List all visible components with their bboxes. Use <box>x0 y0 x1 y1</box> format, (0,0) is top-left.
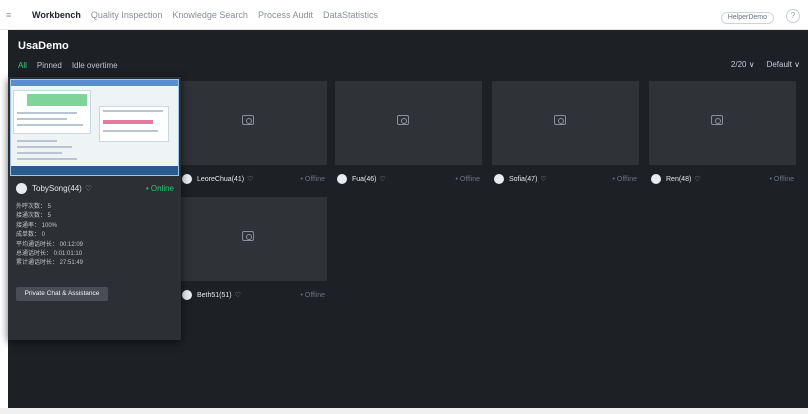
camera-icon <box>554 115 566 125</box>
status-badge: • Offline <box>300 291 325 299</box>
agent-stats: 外呼次数： 5 接通次数： 5 接通率： 100% 成单数： 0 平均通话时长：… <box>16 203 83 269</box>
avatar <box>182 174 192 184</box>
heart-icon[interactable]: ♡ <box>694 176 700 183</box>
agent-name: TobySong(44) ♡ <box>32 183 92 193</box>
camera-icon <box>242 115 254 125</box>
agent-screen-thumbnail[interactable] <box>649 81 796 165</box>
private-chat-button[interactable]: Private Chat & Assistance <box>16 287 108 301</box>
heart-icon[interactable]: ♡ <box>247 176 253 183</box>
agent-name: LeoreChua(41) ♡ <box>197 176 254 183</box>
stat-row: 接通率： 100% <box>16 222 58 229</box>
agent-name: Beth51(51) ♡ <box>197 292 241 299</box>
stat-row: 总通话时长： 0:01:01:10 <box>16 251 83 258</box>
avatar <box>16 182 27 194</box>
filter-all[interactable]: All <box>18 61 27 70</box>
camera-icon <box>242 231 254 241</box>
stat-row: 接通次数： 5 <box>16 213 52 220</box>
avatar <box>337 174 347 184</box>
avatar <box>182 290 192 300</box>
stat-row: 外呼次数： 5 <box>16 204 52 210</box>
stat-row: 平均通话时长： 00:12:09 <box>16 241 84 248</box>
view-controls: 2/20 ∨ Default ∨ <box>731 60 800 69</box>
avatar <box>494 174 504 184</box>
agent-card[interactable]: LeoreChua(41) ♡ • Offline <box>180 81 327 193</box>
agent-name: Fua(46) ♡ <box>352 176 386 183</box>
menu-icon[interactable]: ≡ <box>6 10 14 19</box>
agent-screen-preview[interactable] <box>10 79 179 176</box>
bottom-bar <box>0 408 808 414</box>
agent-screen-thumbnail[interactable] <box>335 81 482 165</box>
filter-pinned[interactable]: Pinned <box>37 61 62 70</box>
workspace-title: UsaDemo <box>18 40 69 52</box>
status-badge: • Offline <box>455 175 480 183</box>
agent-screen-thumbnail[interactable] <box>492 81 639 165</box>
status-badge: • Online <box>145 183 174 193</box>
status-badge: • Offline <box>612 175 637 183</box>
heart-icon[interactable]: ♡ <box>235 292 241 299</box>
sort-select[interactable]: Default ∨ <box>767 60 800 69</box>
agent-card[interactable]: Fua(46) ♡ • Offline <box>335 81 482 193</box>
avatar <box>651 174 661 184</box>
help-icon[interactable]: ? <box>786 9 800 23</box>
user-menu-button[interactable]: HelperDemo <box>720 12 774 24</box>
filter-idle-overtime[interactable]: Idle overtime <box>72 61 118 70</box>
filter-tabs: All Pinned Idle overtime <box>18 61 118 70</box>
tab-workbench[interactable]: Workbench <box>32 10 81 20</box>
status-badge: • Offline <box>769 175 794 183</box>
agent-card[interactable]: Sofia(47) ♡ • Offline <box>492 81 639 193</box>
agent-name: Ren(48) ♡ <box>666 176 701 183</box>
tab-data-statistics[interactable]: DataStatistics <box>323 10 378 20</box>
camera-icon <box>397 115 409 125</box>
tab-process-audit[interactable]: Process Audit <box>258 10 313 20</box>
agent-screen-thumbnail[interactable] <box>180 81 327 165</box>
heart-icon[interactable]: ♡ <box>85 184 92 193</box>
agent-name: Sofia(47) ♡ <box>509 176 547 183</box>
tab-quality-inspection[interactable]: Quality Inspection <box>91 10 163 20</box>
heart-icon[interactable]: ♡ <box>540 176 546 183</box>
stat-row: 累计通话时长： 27:51:49 <box>16 260 84 267</box>
stat-row: 成单数： 0 <box>16 232 46 239</box>
heart-icon[interactable]: ♡ <box>380 176 386 183</box>
agent-card[interactable]: Ren(48) ♡ • Offline <box>649 81 796 193</box>
agent-monitor-panel: UsaDemo All Pinned Idle overtime 2/20 ∨ … <box>8 30 808 408</box>
top-nav: ≡ Workbench Quality Inspection Knowledge… <box>0 0 808 30</box>
agent-card-expanded[interactable]: TobySong(44) ♡ • Online 外呼次数： 5 接通次数： 5 接… <box>8 77 181 340</box>
agent-screen-thumbnail[interactable] <box>180 197 327 281</box>
agent-card[interactable]: Beth51(51) ♡ • Offline <box>180 197 327 309</box>
camera-icon <box>711 115 723 125</box>
page-size-select[interactable]: 2/20 ∨ <box>731 60 755 69</box>
status-badge: • Offline <box>300 175 325 183</box>
tab-knowledge-search[interactable]: Knowledge Search <box>172 10 248 20</box>
